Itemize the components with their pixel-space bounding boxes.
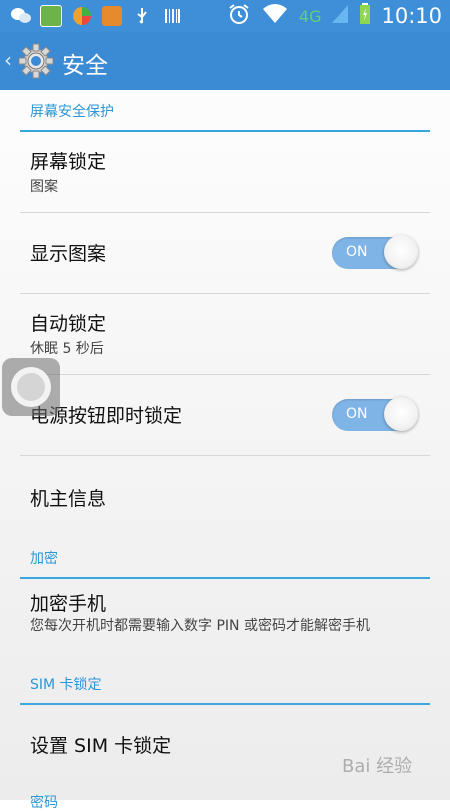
toggle-label: ON <box>346 406 368 422</box>
system-icons: 4G 10:10 <box>227 0 442 32</box>
setting-title: 屏幕锁定 <box>30 151 107 173</box>
notification-icons <box>10 5 182 27</box>
setting-screen-lock[interactable]: 屏幕锁定 图案 <box>20 132 430 213</box>
clock: 10:10 <box>381 4 442 28</box>
setting-title: 机主信息 <box>30 488 107 510</box>
browser-icon <box>72 6 92 26</box>
action-bar: ‹ 安全 <box>0 32 450 90</box>
status-bar: 4G 10:10 <box>0 0 450 32</box>
settings-list: 屏幕安全保护 屏幕锁定 图案 显示图案 ON 自动锁定 休眠 5 秒后 电源按钮… <box>0 90 450 800</box>
section-header-sim-lock: SIM 卡锁定 <box>20 663 430 705</box>
toggle-knob[interactable] <box>384 235 418 269</box>
setting-summary: 您每次开机时都需要输入数字 PIN 或密码才能解密手机 <box>30 618 370 634</box>
battery-icon <box>359 3 371 29</box>
setting-summary: 图案 <box>30 179 58 195</box>
assistive-touch-button[interactable] <box>2 358 60 416</box>
setting-title: 加密手机 <box>30 593 107 615</box>
setting-summary: 休眠 5 秒后 <box>30 341 104 357</box>
watermark: Bai 经验 <box>342 756 413 777</box>
toggle-knob[interactable] <box>384 397 418 431</box>
usb-icon <box>132 6 152 26</box>
barcode-icon <box>162 6 182 26</box>
power-lock-toggle[interactable]: ON <box>332 397 418 431</box>
setting-power-button-lock[interactable]: 电源按钮即时锁定 ON <box>20 375 430 456</box>
setting-title: 设置 SIM 卡锁定 <box>30 735 172 757</box>
alarm-icon <box>227 2 251 30</box>
assistive-touch-icon <box>11 367 51 407</box>
network-type: 4G <box>298 6 322 26</box>
tools-icon <box>102 6 122 26</box>
show-pattern-toggle[interactable]: ON <box>332 235 418 269</box>
setting-show-pattern[interactable]: 显示图案 ON <box>20 213 430 294</box>
section-header-partial: 密码 <box>30 795 58 811</box>
section-header-screen-protection: 屏幕安全保护 <box>20 90 430 132</box>
wifi-icon <box>261 3 289 29</box>
page-title: 安全 <box>62 53 108 79</box>
section-header-label: SIM 卡锁定 <box>30 677 102 693</box>
setting-title: 自动锁定 <box>30 313 107 335</box>
section-header-label: 屏幕安全保护 <box>30 104 114 120</box>
setting-encrypt-phone[interactable]: 加密手机 您每次开机时都需要输入数字 PIN 或密码才能解密手机 <box>20 579 430 663</box>
setting-title: 显示图案 <box>30 243 107 265</box>
setting-auto-lock[interactable]: 自动锁定 休眠 5 秒后 <box>20 294 430 375</box>
app-icon <box>40 5 62 27</box>
back-chevron-icon[interactable]: ‹ <box>4 48 12 72</box>
signal-icon <box>331 4 349 28</box>
section-header-encryption: 加密 <box>20 537 430 579</box>
setting-owner-info[interactable]: 机主信息 <box>20 456 430 536</box>
assistive-touch-inner <box>17 373 45 401</box>
toggle-label: ON <box>346 244 368 260</box>
gear-icon[interactable] <box>18 43 54 79</box>
section-header-label: 加密 <box>30 551 58 567</box>
wechat-icon <box>10 6 31 26</box>
